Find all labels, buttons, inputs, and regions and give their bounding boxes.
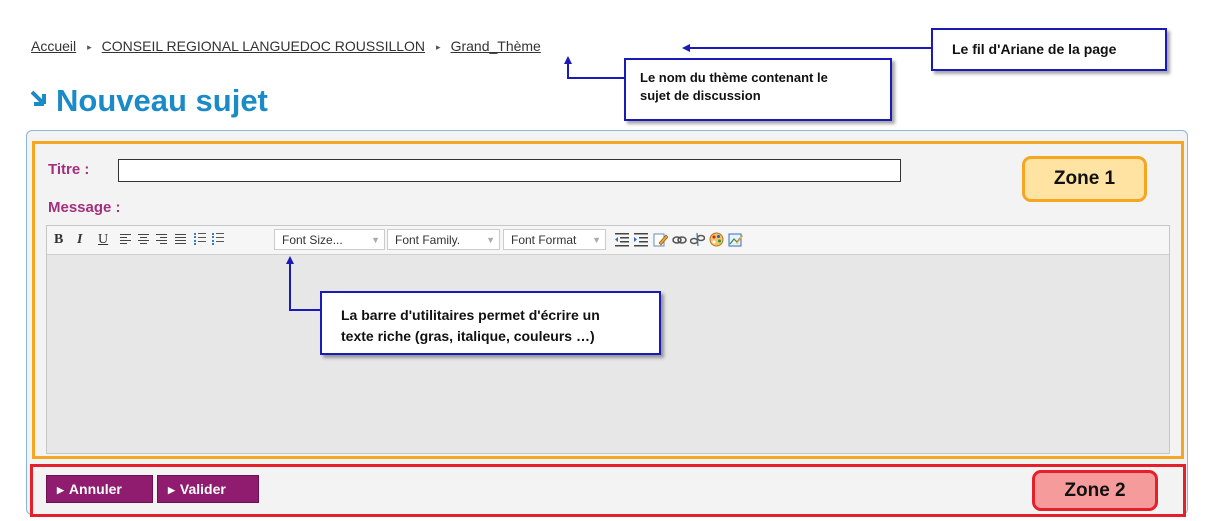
title-label: Titre : [48,161,90,178]
chevron-down-icon: ▼ [486,235,495,245]
zone-1-badge: Zone 1 [1022,156,1147,202]
message-label: Message : [48,199,121,216]
font-size-select[interactable]: Font Size... ▼ [274,229,385,250]
callout-toolbar: La barre d'utilitaires permet d'écrire u… [320,291,661,355]
breadcrumb-link-theme[interactable]: Grand_Thème [451,38,541,54]
align-center-icon[interactable] [138,234,149,245]
edit-html-icon[interactable] [653,232,668,247]
callout-toolbar-line2: texte riche (gras, italique, couleurs …) [341,328,595,344]
align-left-icon[interactable] [120,234,131,245]
arrow-to-theme [564,56,624,79]
font-format-select[interactable]: Font Format ▼ [503,229,606,250]
unlink-icon[interactable] [690,232,705,247]
chevron-down-icon: ▼ [371,235,380,245]
cancel-button[interactable]: ▶ Annuler [46,475,153,503]
font-family-select[interactable]: Font Family. ▼ [387,229,500,250]
breadcrumb: Accueil ▸ CONSEIL REGIONAL LANGUEDOC ROUSS… [31,38,541,54]
indent-icon[interactable] [634,232,649,247]
chevron-down-icon: ▼ [592,235,601,245]
font-format-value: Font Format [511,233,577,247]
breadcrumb-separator-icon: ▸ [87,42,92,52]
insert-image-icon[interactable] [728,232,743,247]
callout-theme-line2: sujet de discussion [640,88,761,103]
italic-button[interactable]: I [77,231,82,249]
triangle-right-icon: ▶ [57,485,64,495]
validate-button-label: Valider [179,481,226,497]
callout-theme: Le nom du thème contenant le sujet de di… [624,58,892,121]
font-family-value: Font Family. [395,233,461,247]
unordered-list-icon[interactable] [194,233,206,246]
breadcrumb-separator-icon: ▸ [436,42,441,52]
callout-breadcrumb: Le fil d'Ariane de la page [931,28,1167,71]
underline-button[interactable]: U [98,231,108,249]
outdent-icon[interactable] [615,232,630,247]
cancel-button-label: Annuler [68,481,122,497]
zone-2-badge: Zone 2 [1032,470,1158,511]
callout-toolbar-line1: La barre d'utilitaires permet d'écrire u… [341,307,600,323]
ordered-list-icon[interactable] [212,233,224,246]
page-title: Nouveau sujet [56,83,268,118]
breadcrumb-link-home[interactable]: Accueil [31,38,76,54]
bold-button[interactable]: B [54,231,63,249]
title-input[interactable] [118,159,901,182]
font-size-value: Font Size... [282,233,343,247]
triangle-right-icon: ▶ [168,485,175,495]
validate-button[interactable]: ▶ Valider [157,475,259,503]
page-title-wrapper: Nouveau sujet [30,83,268,119]
align-justify-icon[interactable] [175,234,186,245]
breadcrumb-link-council[interactable]: CONSEIL REGIONAL LANGUEDOC ROUSSILLON [102,38,425,54]
color-palette-icon[interactable] [709,232,724,247]
link-icon[interactable] [672,232,687,247]
callout-theme-line1: Le nom du thème contenant le [640,70,828,85]
align-right-icon[interactable] [156,234,167,245]
callout-breadcrumb-text: Le fil d'Ariane de la page [952,41,1117,57]
editor-toolbar: B I U Font Size... ▼ Font Family. ▼ Font F… [47,226,1169,255]
arrow-down-right-icon [30,88,50,114]
